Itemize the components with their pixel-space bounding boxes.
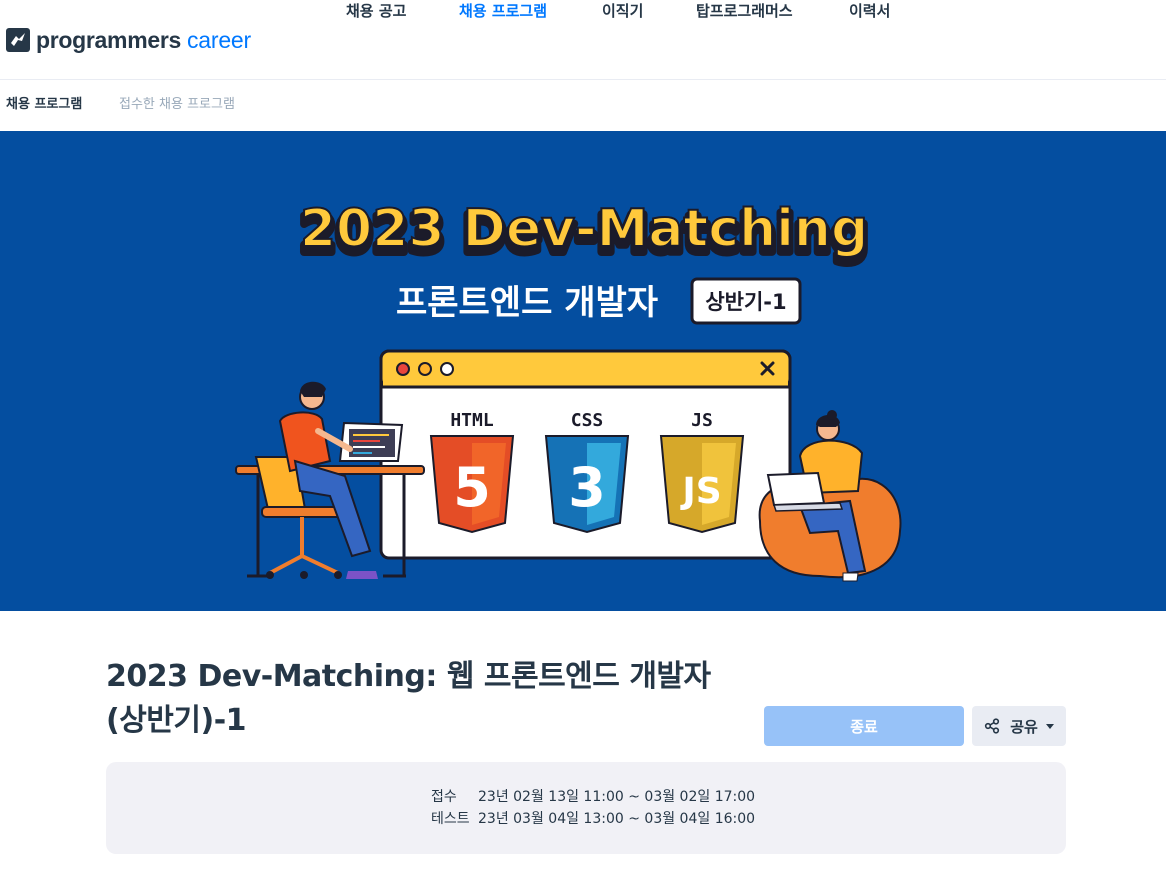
top-navigation: programmers career 채용 공고 채용 프로그램 이직기 탑프로… [0,0,1166,80]
menu-item-career-change[interactable]: 이직기 [602,0,643,22]
html5-shield-graphic: 5 [429,435,515,534]
subnav-applied-programs[interactable]: 접수한 채용 프로그램 [119,95,235,115]
tech-label-js: JS [691,410,713,431]
menu-item-top-programmers[interactable]: 탑프로그래머스 [696,0,793,22]
css3-shield-graphic: 3 [544,435,630,534]
share-button[interactable]: 공유 [972,706,1066,746]
program-title-line-1: 2023 Dev-Matching: 웹 프론트엔드 개발자 [106,659,711,694]
schedule-row-application: 접수 23년 02월 13일 11:00 ~ 03월 02일 17:00 [431,787,755,807]
program-title-line-2: (상반기)-1 [106,703,247,738]
browser-window-graphic: HTML 5 CSS 3 JS JS [379,349,792,560]
banner-subheadline: 프론트엔드 개발자 [396,283,658,323]
brand-name: programmers [36,26,181,53]
tech-label-html: HTML [450,410,494,431]
programmers-career-logo[interactable]: programmers career [6,26,251,54]
schedule-row-test: 테스트 23년 03월 04일 13:00 ~ 03월 04일 16:00 [431,809,755,829]
schedule-value: 23년 03월 04일 13:00 ~ 03월 04일 16:00 [478,811,756,827]
brand-suffix: career [186,26,251,53]
closed-status-label: 종료 [850,717,878,736]
program-banner: 2023 Dev-Matching 2023 Dev-Matching 프론트엔… [0,131,1166,611]
sub-navigation: 채용 프로그램 접수한 채용 프로그램 [0,80,1166,131]
chevron-down-icon [1045,723,1054,729]
menu-item-jobs[interactable]: 채용 공고 [346,0,406,22]
menu-item-hiring-programs[interactable]: 채용 프로그램 [459,0,547,22]
banner-headline-fill: 2023 Dev-Matching [300,199,868,259]
share-icon [984,718,1000,734]
js-shield-graphic: JS [659,435,745,534]
programmers-logo-icon [6,28,30,52]
schedule-value: 23년 02월 13일 11:00 ~ 03월 02일 17:00 [478,789,756,805]
schedule-label: 테스트 [431,811,470,827]
schedule-label: 접수 [431,789,457,805]
schedule-box: 접수 23년 02월 13일 11:00 ~ 03월 02일 17:00 테스트 2… [106,762,1066,854]
menu-item-resume[interactable]: 이력서 [849,0,890,22]
closed-status-button[interactable]: 종료 [764,706,964,746]
svg-text:3: 3 [568,456,606,519]
svg-text:5: 5 [453,456,491,519]
share-label: 공유 [1010,717,1038,736]
program-title: 2023 Dev-Matching: 웹 프론트엔드 개발자 (상반기)-1 [106,655,746,743]
subnav-hiring-programs[interactable]: 채용 프로그램 [6,95,82,115]
banner-illustration: 2023 Dev-Matching 2023 Dev-Matching 프론트엔… [235,198,902,582]
svg-text:JS: JS [679,471,721,512]
tech-label-css: CSS [571,410,604,431]
banner-badge: 상반기-1 [705,290,786,314]
